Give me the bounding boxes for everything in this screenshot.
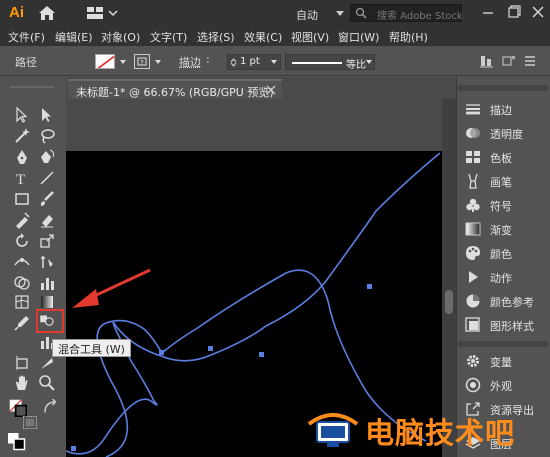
panel-variables[interactable]: 变量 — [465, 351, 547, 371]
graphic-styles-icon — [465, 317, 481, 333]
panel-label: 色板 — [490, 152, 512, 165]
panel-brushes[interactable]: 画笔 — [465, 171, 547, 191]
panel-gradient[interactable]: 渐变 — [465, 219, 547, 239]
club-icon — [465, 197, 481, 213]
panel-label: 图形样式 — [490, 320, 534, 333]
panel-stroke[interactable]: 描边 — [465, 99, 547, 119]
panel-label: 变量 — [490, 356, 512, 369]
panel-graphic-styles[interactable]: 图形样式 — [465, 315, 547, 335]
panel-label: 外观 — [490, 380, 512, 393]
watermark-text: 电脑技术吧 — [365, 416, 516, 450]
tooltip: 混合工具 (W) — [52, 339, 131, 357]
panel-transparency[interactable]: 透明度 — [465, 123, 547, 143]
brush-icon — [465, 173, 481, 189]
appearance-circle-icon — [465, 377, 481, 393]
panel-label: 颜色参考 — [490, 296, 534, 309]
stroke-lines-icon — [465, 101, 481, 117]
panel-group-header[interactable] — [458, 341, 548, 347]
play-icon — [465, 269, 481, 285]
gear-icon — [465, 353, 481, 369]
panel-color-guide[interactable]: 颜色参考 — [465, 291, 547, 311]
panel-label: 符号 — [490, 200, 512, 213]
panel-label: 渐变 — [490, 224, 512, 237]
panel-group-header[interactable] — [458, 85, 548, 91]
site-watermark: 电脑技术吧 — [305, 408, 545, 452]
color-guide-icon — [465, 293, 481, 309]
panel-color[interactable]: 颜色 — [465, 243, 547, 263]
swatches-grid-icon — [465, 149, 481, 165]
palette-icon — [465, 245, 481, 261]
monitor-logo-icon — [307, 413, 359, 447]
gradient-square-icon — [465, 221, 481, 237]
panel-label: 画笔 — [490, 176, 512, 189]
panel-label: 颜色 — [490, 248, 512, 261]
panel-actions[interactable]: 动作 — [465, 267, 547, 287]
transparency-circle-icon — [465, 125, 481, 141]
panel-symbols[interactable]: 符号 — [465, 195, 547, 215]
panel-swatches[interactable]: 色板 — [465, 147, 547, 167]
panel-label: 描边 — [490, 104, 512, 117]
panel-label: 透明度 — [490, 128, 523, 141]
panel-appearance[interactable]: 外观 — [465, 375, 547, 395]
panel-label: 动作 — [490, 272, 512, 285]
